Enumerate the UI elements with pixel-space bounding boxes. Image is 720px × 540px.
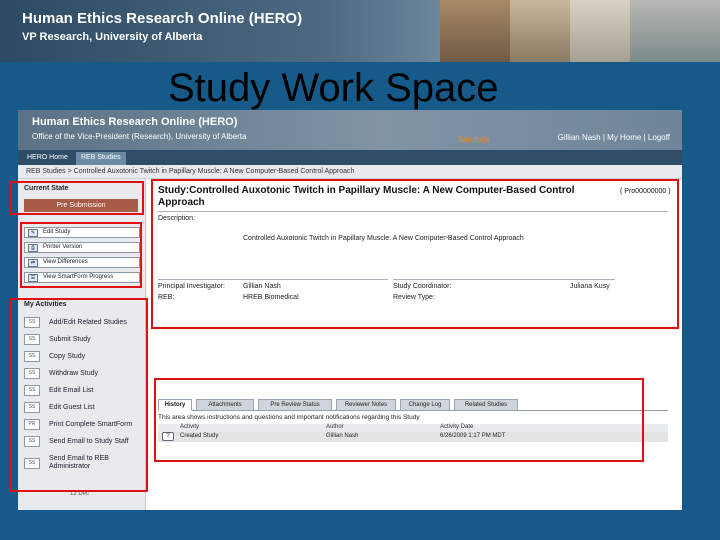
banner-photo-2 [510, 0, 570, 62]
slide-title: Study Work Space [168, 66, 499, 110]
banner-photo-3 [570, 0, 630, 62]
tab-reb-studies[interactable]: REB Studies [76, 152, 126, 165]
breadcrumb[interactable]: REB Studies > Controlled Auxotonic Twitc… [18, 165, 682, 179]
app-subtitle: Office of the Vice-President (Research),… [32, 132, 247, 141]
highlight-actions [20, 222, 142, 288]
highlight-activities [10, 298, 148, 492]
highlight-history [154, 378, 644, 462]
banner-subtitle: VP Research, University of Alberta [22, 31, 203, 43]
highlight-current-state [10, 181, 144, 215]
banner-photo-4 [630, 0, 720, 62]
top-nav: HERO Home REB Studies [18, 150, 682, 165]
banner-photo-1 [440, 0, 510, 62]
app-header: Human Ethics Research Online (HERO) Offi… [18, 110, 682, 150]
user-links[interactable]: Gillian Nash | My Home | Logoff [558, 133, 671, 142]
highlight-study-details [151, 179, 679, 329]
app-title: Human Ethics Research Online (HERO) [32, 116, 238, 128]
sandbox-label: Sandbox [458, 135, 490, 144]
banner-title: Human Ethics Research Online (HERO) [22, 10, 303, 27]
tab-hero-home[interactable]: HERO Home [22, 152, 73, 165]
hero-banner: Human Ethics Research Online (HERO) VP R… [0, 0, 720, 62]
